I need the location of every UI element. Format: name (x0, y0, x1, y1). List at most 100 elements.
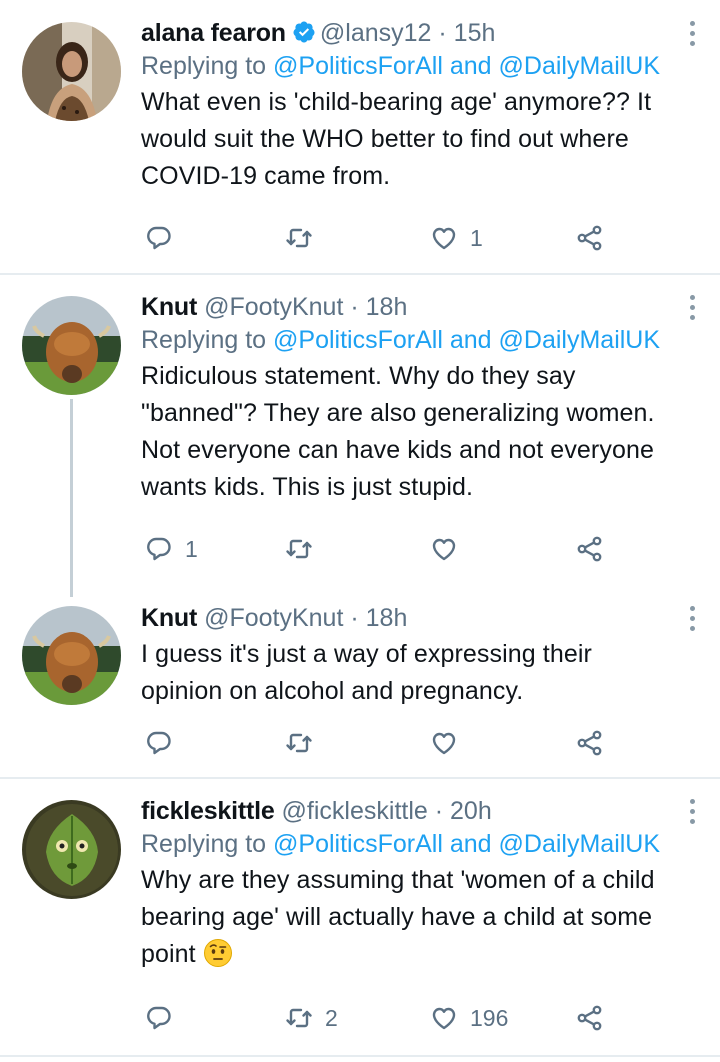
retweet-count: 2 (325, 1004, 338, 1031)
tweet-text: Ridiculous statement. Why do they say "b… (141, 358, 702, 506)
heart-icon (432, 1007, 456, 1030)
more-options-icon[interactable] (682, 292, 702, 322)
tweet-text-line: point (141, 936, 702, 973)
replying-and-text: and (449, 830, 492, 858)
action-bar: 1 (0, 218, 720, 258)
mention-link[interactable]: @PoliticsForAll (273, 326, 443, 354)
tweet-text-line: I guess it's just a way of expressing th… (141, 640, 592, 668)
reply-button[interactable]: 1 (145, 529, 198, 569)
retweet-icon (286, 1008, 312, 1028)
tweet-text-line: COVID-19 came from. (141, 162, 391, 190)
share-icon (577, 1005, 602, 1031)
display-name[interactable]: alana fearon (141, 19, 286, 47)
reply-icon (147, 537, 171, 561)
avatar[interactable] (22, 800, 121, 899)
retweet-icon (286, 733, 312, 753)
tweet-text-line: opinion on alcohol and pregnancy. (141, 677, 524, 705)
retweet-button[interactable] (285, 529, 325, 569)
mention-link[interactable]: @DailyMailUK (499, 830, 661, 858)
display-name[interactable]: fickleskittle (141, 797, 275, 825)
tweet-text: I guess it's just a way of expressing th… (141, 636, 702, 710)
divider (0, 1055, 720, 1057)
reply-button[interactable] (145, 218, 185, 258)
reply-icon (147, 731, 171, 755)
action-bar: 1 (0, 529, 720, 569)
handle[interactable]: @FootyKnut (204, 293, 343, 321)
share-button[interactable] (576, 998, 604, 1038)
handle[interactable]: @fickleskittle (282, 797, 428, 825)
tweet[interactable]: Knut @FootyKnut · 18h Replying to @Polit… (0, 275, 720, 597)
share-icon (577, 536, 602, 562)
like-button[interactable]: 1 (430, 218, 483, 258)
like-count: 1 (470, 224, 483, 251)
like-count: 196 (470, 1004, 509, 1031)
replying-and-text: and (449, 326, 492, 354)
reply-icon (147, 1006, 171, 1030)
tweet-text-line: "banned"? They are also generalizing wom… (141, 399, 655, 427)
tweet-text: Why are they assuming that 'women of a c… (141, 862, 702, 973)
mention-link[interactable]: @DailyMailUK (499, 326, 661, 354)
tweet-text-line: Ridiculous statement. Why do they say (141, 362, 576, 390)
handle[interactable]: @lansy12 (320, 19, 432, 47)
like-button[interactable] (430, 529, 470, 569)
replying-to: Replying to @PoliticsForAll and @DailyMa… (141, 322, 702, 358)
reply-button[interactable] (145, 723, 185, 763)
action-bar (0, 723, 720, 763)
action-bar: 2 196 (0, 998, 720, 1038)
share-icon (577, 225, 602, 251)
reply-button[interactable] (145, 998, 185, 1038)
tweet-text: What even is 'child-bearing age' anymore… (141, 84, 702, 195)
tweet-text-line: Why are they assuming that 'women of a c… (141, 866, 655, 894)
tweet-text-line: would suit the WHO better to find out wh… (141, 125, 629, 153)
leaf-mask-character-icon (22, 800, 121, 899)
handle[interactable]: @FootyKnut (204, 604, 343, 632)
share-button[interactable] (576, 529, 604, 569)
retweet-button[interactable] (285, 218, 325, 258)
more-options-icon[interactable] (682, 603, 702, 633)
heart-icon (432, 732, 456, 755)
replying-to-label: Replying to (141, 52, 267, 80)
replying-to: Replying to @PoliticsForAll and @DailyMa… (141, 826, 702, 862)
highland-cow-photo-icon (22, 606, 121, 705)
retweet-button[interactable] (285, 723, 325, 763)
share-button[interactable] (576, 218, 604, 258)
timestamp[interactable]: · 15h (438, 19, 495, 47)
share-icon (577, 730, 602, 756)
more-options-icon[interactable] (682, 796, 702, 826)
mention-link[interactable]: @PoliticsForAll (273, 52, 443, 80)
display-name[interactable]: Knut (141, 604, 197, 632)
tweet[interactable]: fickleskittle @fickleskittle · 20h Reply… (0, 779, 720, 1055)
reply-count: 1 (185, 535, 198, 562)
timestamp[interactable]: · 18h (350, 293, 407, 321)
retweet-icon (286, 228, 312, 248)
avatar[interactable] (22, 606, 121, 705)
replying-to-label: Replying to (141, 830, 267, 858)
reply-icon (147, 226, 171, 250)
avatar[interactable] (22, 296, 121, 395)
more-options-icon[interactable] (682, 18, 702, 48)
tweet-text-line: bearing age' will actually have a child … (141, 903, 653, 931)
display-name[interactable]: Knut (141, 293, 197, 321)
heart-icon (432, 538, 456, 561)
heart-icon (432, 227, 456, 250)
tweet[interactable]: alana fearon @lansy12 · 15h Replying to @… (0, 0, 720, 274)
verified-badge-icon (293, 21, 315, 43)
like-button[interactable] (430, 723, 470, 763)
tweet[interactable]: Knut @FootyKnut · 18h I guess it's just … (0, 586, 720, 778)
retweet-button[interactable]: 2 (285, 998, 338, 1038)
timestamp[interactable]: · 18h (350, 604, 407, 632)
share-button[interactable] (576, 723, 604, 763)
raised-eyebrow-emoji-icon (203, 939, 232, 967)
tweet-text-line: wants kids. This is just stupid. (141, 473, 474, 501)
mention-link[interactable]: @PoliticsForAll (273, 830, 443, 858)
like-button[interactable]: 196 (430, 998, 508, 1038)
retweet-icon (286, 539, 312, 559)
avatar[interactable] (22, 22, 121, 121)
highland-cow-photo-icon (22, 296, 121, 395)
tweet-text-fragment: point (141, 940, 196, 968)
timestamp[interactable]: · 20h (435, 797, 492, 825)
replying-to: Replying to @PoliticsForAll and @DailyMa… (141, 48, 702, 84)
replying-and-text: and (449, 52, 492, 80)
replying-to-label: Replying to (141, 326, 267, 354)
mention-link[interactable]: @DailyMailUK (499, 52, 661, 80)
